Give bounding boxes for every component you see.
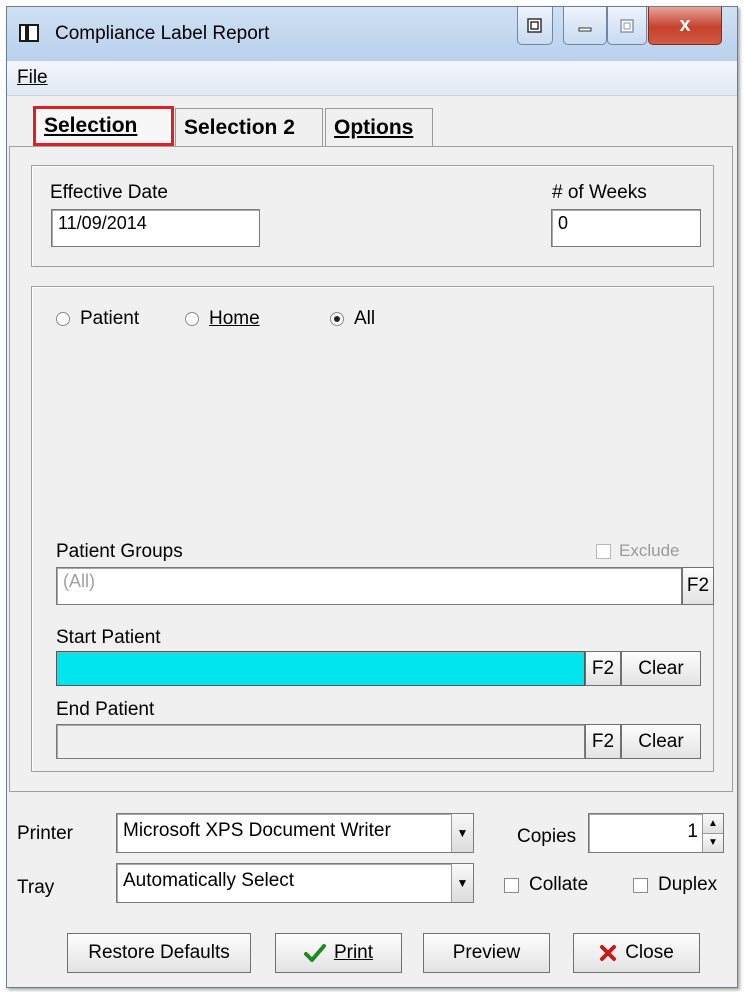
radio-all[interactable]: All [330, 308, 375, 330]
print-button[interactable]: Print [275, 933, 402, 973]
menu-bar: File [7, 61, 737, 96]
maximize-icon [620, 18, 634, 33]
printer-label: Printer [17, 823, 73, 844]
tab-options-label: Options [334, 115, 414, 139]
close-button-label: Close [625, 942, 674, 963]
end-patient-label: End Patient [56, 699, 155, 720]
duplex-label: Duplex [658, 874, 718, 895]
tab-selection[interactable]: Selection [33, 106, 174, 146]
minimize-button[interactable] [563, 7, 607, 45]
copy-window-icon [527, 17, 542, 33]
radio-all-circle[interactable] [330, 312, 344, 326]
exclude-label: Exclude [619, 541, 680, 560]
window-title: Compliance Label Report [55, 23, 270, 44]
close-icon: x [679, 14, 691, 36]
minimize-icon [578, 27, 592, 31]
tray-label: Tray [17, 877, 55, 898]
radio-patient-circle[interactable] [56, 312, 70, 326]
tab-options[interactable]: Options [325, 108, 433, 146]
printer-select-value: Microsoft XPS Document Writer [123, 820, 391, 841]
patient-groups-f2-button[interactable]: F2 [682, 567, 714, 605]
copies-spinner[interactable]: 1 ▲ ▼ [588, 813, 724, 853]
spin-up-icon[interactable]: ▲ [703, 814, 723, 834]
close-button[interactable]: Close [573, 933, 700, 973]
date-panel: Effective Date 11/09/2014 # of Weeks 0 [31, 165, 714, 267]
title-bar[interactable]: Compliance Label Report x [7, 7, 737, 61]
collate-checkbox-group[interactable]: Collate [504, 874, 588, 896]
tab-selection-label: Selection [44, 114, 138, 137]
tray-select-value: Automatically Select [123, 870, 295, 891]
weeks-field[interactable]: 0 [551, 209, 701, 247]
maximize-button[interactable] [607, 7, 647, 45]
radio-patient[interactable]: Patient [56, 308, 139, 330]
chevron-down-icon[interactable]: ▼ [451, 814, 473, 852]
collate-label: Collate [529, 874, 589, 895]
start-patient-field[interactable] [56, 651, 585, 686]
preview-button[interactable]: Preview [423, 933, 550, 973]
patient-groups-label: Patient Groups [56, 541, 183, 562]
duplex-checkbox-group[interactable]: Duplex [633, 874, 717, 896]
radio-home[interactable]: Home [185, 308, 260, 330]
start-patient-f2-button[interactable]: F2 [585, 651, 621, 686]
print-button-label: Print [333, 942, 374, 963]
restore-app-icon[interactable] [517, 7, 553, 45]
duplex-checkbox[interactable] [633, 877, 648, 893]
end-patient-f2-button[interactable]: F2 [585, 724, 621, 759]
start-patient-label: Start Patient [56, 627, 161, 648]
spin-down-icon[interactable]: ▼ [703, 833, 723, 852]
copies-value: 1 [687, 821, 698, 842]
selection-panel: Patient Home All Patient Groups Exclude … [31, 286, 714, 772]
effective-date-label: Effective Date [50, 182, 168, 203]
close-window-button[interactable]: x [648, 7, 722, 45]
tray-select[interactable]: Automatically Select ▼ [116, 863, 474, 903]
restore-defaults-button[interactable]: Restore Defaults [67, 933, 251, 973]
radio-all-label: All [354, 308, 376, 329]
copies-spin-buttons[interactable]: ▲ ▼ [702, 814, 723, 852]
tab-selection-2[interactable]: Selection 2 [175, 108, 323, 146]
copies-label: Copies [517, 826, 577, 847]
red-x-icon [600, 945, 617, 961]
radio-home-label: Home [209, 308, 260, 329]
checkmark-icon [303, 944, 326, 962]
end-patient-field[interactable] [56, 724, 585, 759]
end-patient-clear-button[interactable]: Clear [621, 724, 701, 759]
start-patient-clear-button[interactable]: Clear [621, 651, 701, 686]
effective-date-field[interactable]: 11/09/2014 [51, 209, 260, 247]
compliance-label-report-window: Compliance Label Report x File Selection… [6, 6, 738, 988]
dialog-content: Selection Selection 2 Options Effective … [7, 96, 737, 987]
exclude-checkbox[interactable] [596, 543, 611, 559]
tab-selection-2-label: Selection 2 [184, 115, 295, 139]
patient-groups-field[interactable]: (All) [56, 567, 682, 605]
chevron-down-icon[interactable]: ▼ [451, 864, 473, 902]
menu-file[interactable]: File [17, 67, 48, 89]
exclude-checkbox-group[interactable]: Exclude [596, 541, 679, 561]
radio-home-circle[interactable] [185, 312, 199, 326]
collate-checkbox[interactable] [504, 877, 519, 893]
radio-patient-label: Patient [80, 308, 140, 329]
app-window-icon [19, 24, 39, 42]
printer-select[interactable]: Microsoft XPS Document Writer ▼ [116, 813, 474, 853]
weeks-label: # of Weeks [552, 182, 647, 203]
